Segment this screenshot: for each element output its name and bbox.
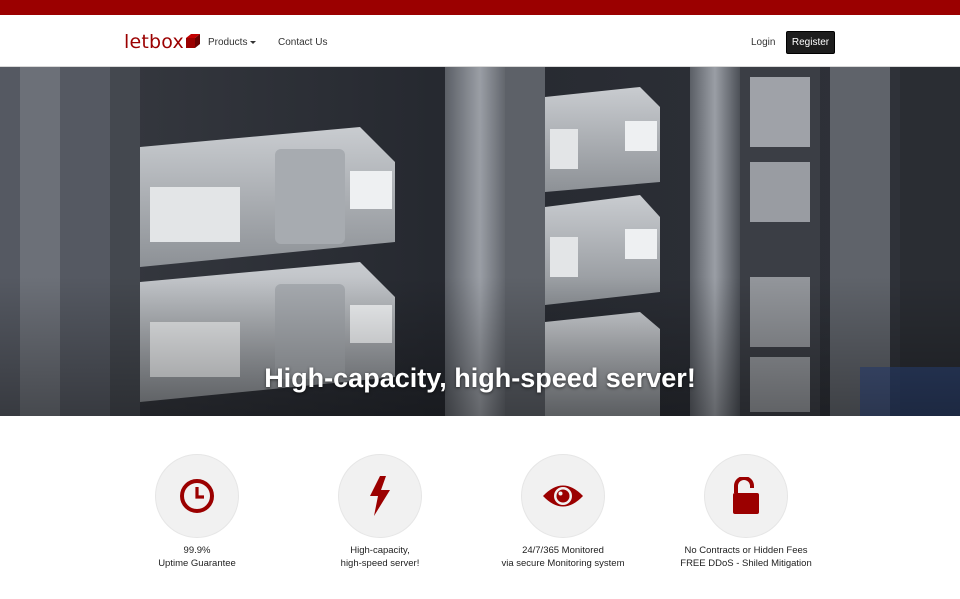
caret-down-icon xyxy=(250,40,257,44)
feature-icon-circle xyxy=(521,454,605,538)
login-link[interactable]: Login xyxy=(751,15,775,67)
feature-monitoring: 24/7/365 Monitored via secure Monitoring… xyxy=(473,454,653,570)
feature-icon-circle xyxy=(338,454,422,538)
features-section: 99.9% Uptime Guarantee High-capacity, hi… xyxy=(0,416,960,599)
feature-icon-circle xyxy=(704,454,788,538)
feature-contracts: No Contracts or Hidden Fees FREE DDoS - … xyxy=(656,454,836,570)
unlock-icon xyxy=(733,477,759,514)
brand-logo[interactable]: letbox xyxy=(124,29,201,53)
feature-subtitle: FREE DDoS - Shiled Mitigation xyxy=(680,558,812,569)
nav-products-label: Products xyxy=(208,37,248,48)
feature-title: High-capacity, xyxy=(350,545,410,556)
feature-caption: 99.9% Uptime Guarantee xyxy=(107,544,287,570)
feature-title: 99.9% xyxy=(183,545,211,556)
feature-uptime: 99.9% Uptime Guarantee xyxy=(107,454,287,570)
hero-title: High-capacity, high-speed server! xyxy=(264,363,696,393)
clock-icon xyxy=(180,479,214,513)
box-logo-icon xyxy=(185,34,200,48)
feature-subtitle: Uptime Guarantee xyxy=(158,558,236,569)
feature-icon-circle xyxy=(155,454,239,538)
eye-icon xyxy=(543,485,583,507)
top-accent-bar xyxy=(0,0,960,15)
brand-name: letbox xyxy=(124,31,184,53)
feature-subtitle: high-speed server! xyxy=(340,558,420,569)
feature-title: No Contracts or Hidden Fees xyxy=(684,545,808,556)
feature-caption: 24/7/365 Monitored via secure Monitoring… xyxy=(473,544,653,570)
feature-title: 24/7/365 Monitored xyxy=(522,545,604,556)
register-button[interactable]: Register xyxy=(786,31,835,54)
lightning-icon xyxy=(370,476,390,516)
feature-caption: No Contracts or Hidden Fees FREE DDoS - … xyxy=(656,544,836,570)
feature-caption: High-capacity, high-speed server! xyxy=(290,544,470,570)
nav-products-dropdown[interactable]: Products xyxy=(208,15,257,67)
feature-subtitle: via secure Monitoring system xyxy=(501,558,625,569)
hero-banner: High-capacity, high-speed server! xyxy=(0,67,960,416)
navbar: letbox Products Contact Us Login Registe… xyxy=(0,15,960,67)
nav-contact-link[interactable]: Contact Us xyxy=(278,15,327,67)
feature-speed: High-capacity, high-speed server! xyxy=(290,454,470,570)
